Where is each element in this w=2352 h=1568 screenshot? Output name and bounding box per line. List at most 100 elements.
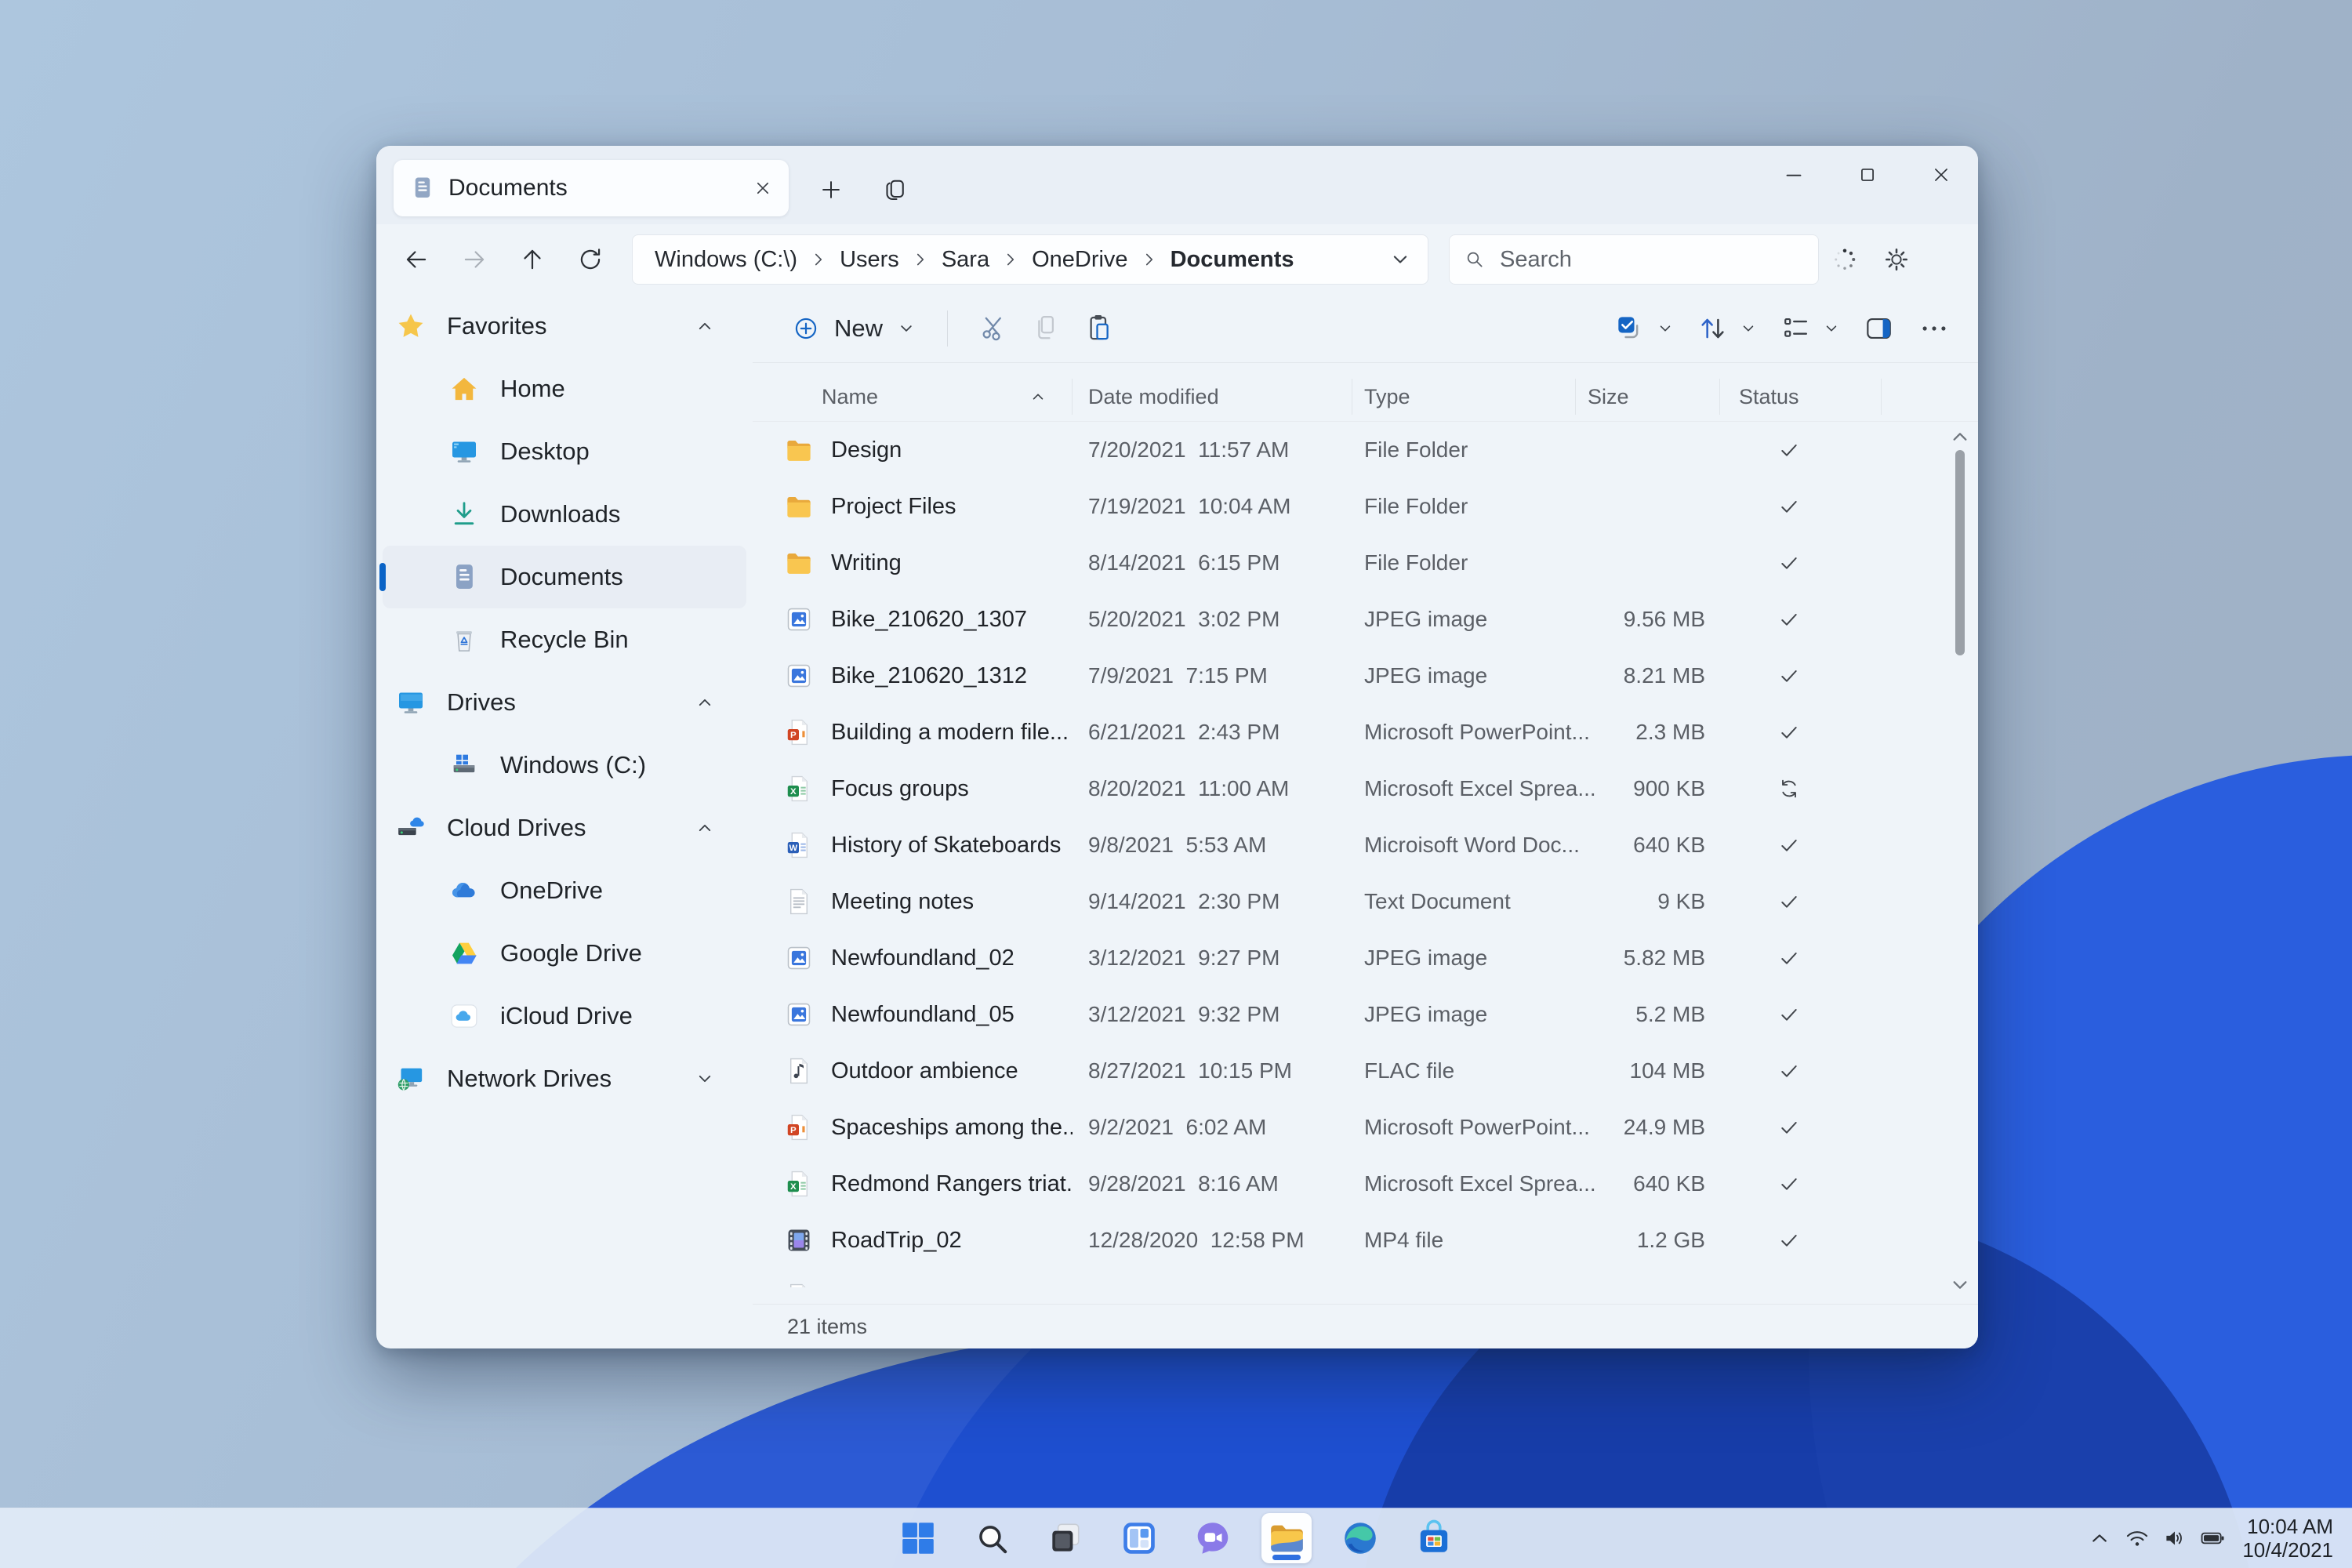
back-button[interactable] — [387, 234, 445, 285]
search-box[interactable] — [1449, 234, 1819, 285]
sidebar-item-label: iCloud Drive — [500, 1002, 633, 1029]
breadcrumb-segment[interactable]: Users — [835, 244, 904, 276]
toolbar-divider — [947, 310, 949, 347]
edge-button[interactable] — [1335, 1513, 1385, 1563]
scroll-up-icon[interactable] — [1951, 430, 1969, 444]
paste-button[interactable] — [1073, 303, 1127, 354]
wifi-icon[interactable] — [2118, 1516, 2156, 1560]
column-header-name[interactable]: Name — [784, 379, 1073, 415]
breadcrumb-segment[interactable]: Sara — [937, 244, 994, 276]
file-name: Bike_210620_1307 — [831, 606, 1027, 632]
breadcrumb[interactable]: Windows (C:\) Users Sara OneDrive Documents — [632, 234, 1428, 285]
taskview-icon — [1046, 1519, 1085, 1558]
tab-list-button[interactable] — [873, 168, 917, 212]
sidebar-section-drives[interactable]: Drives — [383, 671, 746, 734]
search-button[interactable] — [967, 1513, 1017, 1563]
file-row[interactable]: P Spaceships among the... 9/2/2021 6:02 AM… — [753, 1099, 1978, 1156]
file-row[interactable]: Writing 8/14/2021 6:15 PM File Folder — [753, 535, 1978, 591]
forward-button[interactable] — [445, 234, 503, 285]
file-row[interactable]: X Focus groups 8/20/2021 11:00 AM Microsoft… — [753, 760, 1978, 817]
column-header-label: Size — [1588, 384, 1629, 408]
see-more-button[interactable] — [1917, 311, 1951, 346]
file-row[interactable]: RoadTrip_02 12/28/2020 12:58 PM MP4 file 1.… — [753, 1212, 1978, 1269]
sidebar-item-recycle-bin[interactable]: Recycle Bin — [383, 608, 746, 671]
maximize-button[interactable] — [1831, 146, 1904, 204]
sidebar-item-downloads[interactable]: Downloads — [383, 483, 746, 546]
column-header-date-modified[interactable]: Date modified — [1073, 379, 1352, 415]
check-status-icon — [1777, 889, 1802, 914]
file-row[interactable]: Newfoundland_02 3/12/2021 9:27 PM JPEG ima… — [753, 930, 1978, 986]
file-row[interactable]: Project Files 7/19/2021 10:04 AM File Fold… — [753, 478, 1978, 535]
check-status-icon — [1777, 1228, 1802, 1253]
new-button[interactable]: New — [779, 307, 928, 350]
sidebar-item-icloud-drive[interactable]: iCloud Drive — [383, 985, 746, 1047]
tab-close-button[interactable] — [751, 176, 775, 200]
file-row[interactable]: Running_Raleigh 7/20/2021 4:40 PMMicrosof… — [753, 1269, 1978, 1287]
file-date-modified: 9/2/2021 6:02 AM — [1088, 1115, 1267, 1139]
file-name-cell: Bike_210620_1312 — [784, 661, 1073, 691]
file-size: 8.21 MB — [1623, 663, 1705, 688]
file-date-modified: 9/14/2021 2:30 PM — [1088, 889, 1280, 913]
close-button[interactable] — [1904, 146, 1978, 204]
google-drive-icon — [448, 938, 480, 969]
taskbar-clock[interactable]: 10:04 AM 10/4/2021 — [2242, 1515, 2339, 1562]
store-button[interactable] — [1409, 1513, 1459, 1563]
sidebar-section-favorites[interactable]: Favorites — [383, 295, 746, 358]
search-icon — [972, 1519, 1011, 1558]
file-size: 9.56 MB — [1623, 607, 1705, 631]
new-tab-button[interactable] — [809, 168, 853, 212]
scrollbar[interactable] — [1948, 430, 1972, 1292]
widgets-button[interactable] — [1114, 1513, 1164, 1563]
copy-button[interactable] — [1020, 303, 1073, 354]
details-pane-button[interactable] — [1862, 311, 1896, 346]
search-input[interactable] — [1498, 245, 1806, 274]
hidden-icons-button[interactable] — [2081, 1516, 2118, 1560]
cut-button[interactable] — [967, 303, 1020, 354]
scrollbar-thumb[interactable] — [1955, 450, 1965, 655]
sidebar-item-google-drive[interactable]: Google Drive — [383, 922, 746, 985]
file-row[interactable]: P Building a modern file... 6/21/2021 2:43… — [753, 704, 1978, 760]
address-dropdown-button[interactable] — [1387, 246, 1414, 273]
task-view-button[interactable] — [1040, 1513, 1091, 1563]
sidebar-section-network-drives[interactable]: Network Drives — [383, 1047, 746, 1110]
select-all-button[interactable] — [1613, 311, 1675, 346]
volume-icon[interactable] — [2156, 1516, 2194, 1560]
view-button[interactable] — [1779, 311, 1842, 346]
breadcrumb-segment[interactable]: Documents — [1166, 244, 1299, 276]
taskbar-center — [893, 1508, 1459, 1568]
sidebar-item-desktop[interactable]: Desktop — [383, 420, 746, 483]
settings-button[interactable] — [1871, 234, 1922, 285]
breadcrumb-segment[interactable]: OneDrive — [1027, 244, 1133, 276]
column-header-status[interactable]: Status — [1720, 379, 1882, 415]
sort-button[interactable] — [1696, 311, 1759, 346]
file-row[interactable]: Design 7/20/2021 11:57 AM File Folder — [753, 422, 1978, 478]
refresh-button[interactable] — [561, 234, 619, 285]
chat-button[interactable] — [1188, 1513, 1238, 1563]
breadcrumb-segment[interactable]: Windows (C:\) — [650, 244, 802, 276]
sidebar-item-home[interactable]: Home — [383, 358, 746, 420]
file-row[interactable]: Meeting notes 9/14/2021 2:30 PM Text Docum… — [753, 873, 1978, 930]
battery-icon[interactable] — [2194, 1516, 2231, 1560]
scrollbar-track[interactable] — [1948, 444, 1972, 1278]
file-type: Microsoft Excel Sprea... — [1364, 776, 1596, 800]
file-row[interactable]: Bike_210620_1307 5/20/2021 3:02 PM JPEG im… — [753, 591, 1978, 648]
file-row[interactable]: Newfoundland_05 3/12/2021 9:32 PM JPEG ima… — [753, 986, 1978, 1043]
start-button[interactable] — [893, 1513, 943, 1563]
tray-time: 10:04 AM — [2247, 1515, 2333, 1538]
scroll-down-icon[interactable] — [1951, 1278, 1969, 1292]
file-row[interactable]: Outdoor ambience 8/27/2021 10:15 PM FLAC f… — [753, 1043, 1978, 1099]
file-row[interactable]: W History of Skateboards 9/8/2021 5:53 AM M… — [753, 817, 1978, 873]
column-header-size[interactable]: Size — [1576, 379, 1720, 415]
sync-spinner-button[interactable] — [1819, 234, 1871, 285]
file-explorer-button[interactable] — [1261, 1513, 1312, 1563]
column-header-type[interactable]: Type — [1352, 379, 1576, 415]
file-row[interactable]: X Redmond Rangers triat... 9/28/2021 8:16 … — [753, 1156, 1978, 1212]
sidebar-section-cloud-drives[interactable]: Cloud Drives — [383, 797, 746, 859]
sidebar-item-onedrive[interactable]: OneDrive — [383, 859, 746, 922]
up-button[interactable] — [503, 234, 561, 285]
file-row[interactable]: Bike_210620_1312 7/9/2021 7:15 PM JPEG ima… — [753, 648, 1978, 704]
sidebar-item-windows-c-[interactable]: Windows (C:) — [383, 734, 746, 797]
tab-documents[interactable]: Documents — [394, 160, 789, 216]
minimize-button[interactable] — [1757, 146, 1831, 204]
sidebar-item-documents[interactable]: Documents — [379, 546, 746, 608]
